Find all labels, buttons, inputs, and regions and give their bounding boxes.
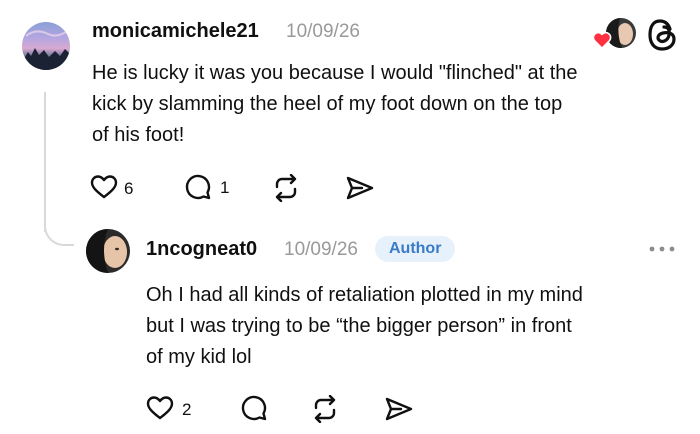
comment-username[interactable]: monicamichele21 bbox=[92, 20, 259, 43]
reply-count: 1 bbox=[220, 178, 230, 197]
share-icon[interactable] bbox=[345, 175, 375, 201]
liked-by-author-indicator bbox=[592, 18, 636, 52]
share-icon[interactable] bbox=[384, 396, 414, 422]
reply-line: Oh I had all kinds of retaliation plotte… bbox=[146, 284, 583, 306]
reply-line: of my kid lol bbox=[146, 346, 252, 368]
more-icon[interactable] bbox=[648, 244, 676, 254]
heart-icon bbox=[90, 174, 118, 200]
repost-icon[interactable] bbox=[310, 395, 340, 423]
reply-body: Oh I had all kinds of retaliation plotte… bbox=[146, 280, 583, 373]
thread-connector bbox=[44, 210, 74, 246]
reply-date: 10/09/26 bbox=[284, 239, 358, 260]
threads-logo-icon[interactable] bbox=[647, 18, 679, 52]
comment-line: of his foot! bbox=[92, 124, 185, 146]
comment-icon[interactable] bbox=[240, 394, 268, 422]
reply-like-count: 2 bbox=[182, 400, 192, 419]
reply-username[interactable]: 1ncogneat0 bbox=[146, 238, 257, 261]
repost-icon[interactable] bbox=[271, 174, 301, 202]
reply-button[interactable]: 1 bbox=[184, 173, 234, 201]
reply-like-button[interactable]: 2 bbox=[146, 395, 196, 423]
comment-line: He is lucky it was you because I would "… bbox=[92, 62, 578, 84]
heart-filled-icon bbox=[592, 31, 612, 49]
reply-line: but I was trying to be “the bigger perso… bbox=[146, 315, 572, 337]
heart-icon bbox=[146, 395, 174, 421]
avatar-monicamichele21[interactable] bbox=[22, 22, 70, 70]
comment-body: He is lucky it was you because I would "… bbox=[92, 58, 578, 151]
like-count: 6 bbox=[124, 179, 134, 198]
comment-line: kick by slamming the heel of my foot dow… bbox=[92, 93, 563, 115]
author-badge: Author bbox=[375, 236, 456, 262]
avatar-1ncogneat0[interactable] bbox=[86, 229, 130, 273]
like-button[interactable]: 6 bbox=[90, 174, 140, 202]
comment-date: 10/09/26 bbox=[286, 21, 360, 42]
comment-icon bbox=[184, 173, 212, 201]
